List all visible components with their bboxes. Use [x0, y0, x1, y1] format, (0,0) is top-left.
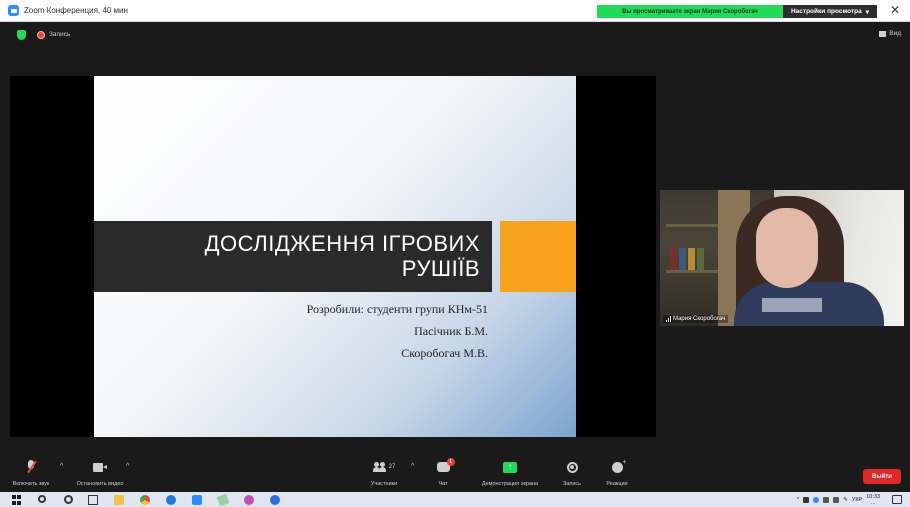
mic-muted-icon — [26, 460, 37, 474]
windows-taskbar: ^ ✎ УКР 10:33 ... — [0, 492, 910, 507]
edge-icon[interactable] — [270, 495, 280, 505]
shared-screen: ДОСЛІДЖЕННЯ ІГРОВИХ РУШІЇВ Розробили: ст… — [10, 76, 656, 437]
participant-name: Мария Скоробогач — [673, 316, 726, 322]
zoom-tray-icon[interactable] — [813, 497, 820, 503]
usb-icon[interactable] — [803, 497, 810, 503]
pen-icon[interactable]: ✎ — [843, 497, 848, 503]
view-options-label: Настройки просмотра — [790, 8, 862, 15]
view-layout-label: Вид — [889, 30, 901, 37]
reactions-button[interactable]: + Реакции — [602, 459, 632, 488]
recording-label: Запись — [49, 31, 71, 38]
view-options-button[interactable]: Настройки просмотра ▾ — [783, 5, 877, 18]
share-screen-label: Демонстрация экрана — [481, 481, 539, 487]
reactions-icon: + — [611, 459, 627, 473]
audio-options-caret[interactable]: ^ — [60, 463, 63, 470]
chrome-icon[interactable] — [140, 495, 150, 505]
volume-icon[interactable] — [833, 497, 840, 503]
view-layout-button[interactable]: Вид — [879, 30, 901, 37]
recording-dot-icon[interactable] — [37, 31, 45, 39]
share-screen-icon: ↑ — [503, 461, 517, 473]
windows-start-icon[interactable] — [12, 495, 22, 505]
close-window-button[interactable]: ✕ — [890, 3, 900, 17]
stop-video-label: Остановить видео — [76, 481, 124, 487]
unmute-label: Включить звук — [12, 481, 50, 487]
participants-label: Участники — [370, 481, 398, 487]
slide-accent-block — [500, 221, 576, 292]
slide-title-band: ДОСЛІДЖЕННЯ ІГРОВИХ РУШІЇВ — [94, 221, 492, 292]
zoom-logo-icon — [8, 5, 19, 16]
network-icon[interactable] — [823, 497, 830, 503]
meeting-topbar: Запись Вид — [0, 22, 910, 48]
task-view-icon[interactable] — [88, 495, 98, 505]
chat-button[interactable]: 1 Чат — [433, 458, 455, 487]
stop-video-button[interactable]: Остановить видео — [74, 459, 126, 487]
video-options-caret[interactable]: ^ — [126, 463, 129, 470]
leave-meeting-button[interactable]: Выйти — [863, 469, 901, 484]
window-titlebar: Zoom Конференция, 40 мин Вы просматривае… — [0, 0, 910, 22]
notepad-icon[interactable] — [216, 493, 230, 507]
clock[interactable]: 10:33 ... — [866, 494, 880, 506]
viewing-screen-banner: Вы просматриваете экран Мария Скоробогач — [597, 5, 783, 18]
participants-button[interactable]: 27 Участники — [366, 459, 402, 487]
slide-title-line2: РУШІЇВ — [401, 256, 480, 281]
zoom-window: Zoom Конференция, 40 мин Вы просматривае… — [0, 0, 910, 507]
notification-icon[interactable] — [892, 495, 902, 504]
participants-options-caret[interactable]: ^ — [411, 463, 414, 470]
search-icon[interactable] — [38, 495, 46, 503]
slide-title-line1: ДОСЛІДЖЕННЯ ІГРОВИХ — [204, 231, 480, 256]
slide-subtitle-author1: Пасічник Б.М. — [414, 324, 488, 338]
chevron-down-icon: ▾ — [865, 8, 870, 16]
slide-title: ДОСЛІДЖЕННЯ ІГРОВИХ РУШІЇВ — [120, 231, 480, 281]
security-shield-icon[interactable] — [17, 30, 26, 40]
presentation-slide: ДОСЛІДЖЕННЯ ІГРОВИХ РУШІЇВ Розробили: ст… — [94, 76, 576, 437]
reactions-label: Реакции — [606, 481, 628, 487]
shirt-print — [762, 298, 822, 312]
unmute-button[interactable]: Включить звук — [12, 459, 50, 487]
window-title: Zoom Конференция, 40 мин — [24, 6, 128, 15]
clock-date: ... — [870, 500, 876, 506]
chat-label: Чат — [438, 481, 448, 487]
chat-unread-badge: 1 — [446, 458, 455, 466]
slide-subtitle-author2: Скоробогач М.В. — [401, 346, 488, 360]
system-tray: ^ ✎ УКР 10:33 ... — [797, 494, 880, 506]
chat-icon: 1 — [436, 458, 455, 472]
browser-icon[interactable] — [166, 495, 176, 505]
signal-strength-icon — [666, 316, 671, 322]
file-explorer-icon[interactable] — [114, 495, 124, 505]
participants-icon — [372, 462, 387, 472]
participant-video-tile[interactable]: Мария Скоробогач — [660, 190, 904, 326]
camera-icon — [93, 462, 107, 472]
record-label: Запись — [562, 481, 582, 487]
grid-view-icon — [879, 30, 887, 37]
participant-name-tag: Мария Скоробогач — [663, 315, 729, 323]
record-icon — [566, 461, 578, 473]
slide-subtitle-authors: Розробили: студенти групи КНм-51 — [306, 302, 488, 316]
chevron-up-icon[interactable]: ^ — [797, 497, 800, 503]
cortana-icon[interactable] — [64, 495, 73, 504]
paint-icon[interactable] — [244, 495, 254, 505]
share-screen-button[interactable]: ↑ Демонстрация экрана — [477, 459, 543, 487]
record-button[interactable]: Запись — [559, 459, 585, 487]
participants-count: 27 — [388, 464, 396, 470]
zoom-app-icon[interactable] — [192, 495, 202, 505]
participant-face — [756, 208, 818, 288]
language-indicator[interactable]: УКР — [852, 497, 862, 503]
meeting-controls: Включить звук ^ Остановить видео ^ 27 Уч… — [0, 455, 910, 492]
